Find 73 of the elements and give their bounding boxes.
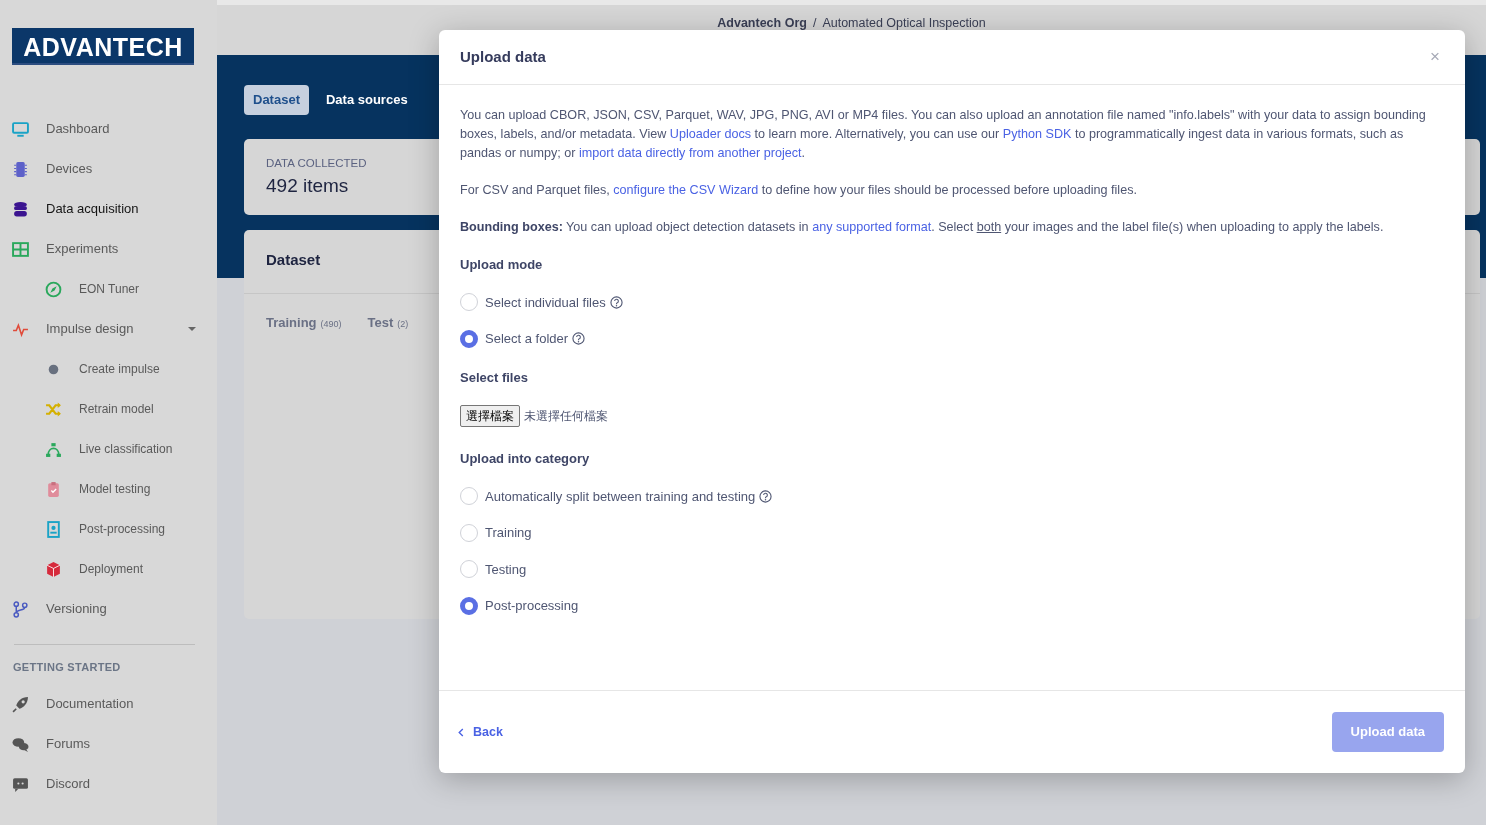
radio-option[interactable]: Training [460,523,1444,543]
cube-icon [45,560,62,578]
page-tab[interactable]: Data sources [316,85,417,115]
portrait-icon [45,520,62,538]
sidebar-item[interactable]: Versioning [12,589,217,629]
back-link[interactable]: Back [458,722,503,742]
option-label: Select a folder [485,330,569,348]
branch-icon [12,600,29,618]
radio-option[interactable]: Testing [460,559,1444,579]
radio-option[interactable]: Automatically split between training and testing [460,486,1444,506]
option-label: Training [485,524,532,542]
radio-option[interactable]: Select a folder [460,329,1444,349]
split-tab[interactable]: Training (490) [266,312,342,332]
dialog-title: Upload data [460,48,546,66]
field-label: Upload into category [460,450,591,468]
database-icon [12,200,29,218]
text-link[interactable]: Python SDK [1002,127,1072,141]
sidebar-item[interactable]: Impulse design [12,309,217,349]
field-label: Select files [460,368,529,387]
clipboard-icon [45,480,62,498]
section-heading: GETTING STARTED [13,660,122,673]
paragraph: For CSV and Parquet files, configure the CSV Wizard to define how your files should be processed before uploading files. [460,182,1138,199]
file-status: 未選擇任何檔案 [524,408,608,425]
paragraph: Bounding boxes: You can upload object detection datasets in any supported format. Select both your images and the label file(s) when uploading to apply the labels. [460,219,1385,236]
sidebar-item[interactable]: Experiments [12,229,217,269]
option-label: Automatically split between training and testing [485,487,756,506]
chip-icon [12,160,29,178]
sidebar-item[interactable]: Devices [12,149,217,189]
shuffle-icon [45,400,62,418]
paragraph: You can upload CBOR, JSON, CSV, Parquet, WAV, JPG, PNG, AVI or MP4 files. You can also upload an annotation file named "info.labels" with your data to assign bounding boxes, labels, and/or metadata. View Uploader docs to learn more. Alternatively, you can use our Python SDK to programmatically ingest data in various formats, such as pandas or numpy; or import data directly from another project. [460,107,1427,162]
rocket-icon [12,695,29,713]
text-link[interactable]: import data directly from another project [579,146,802,160]
grid-icon [12,240,29,258]
radio-button[interactable] [460,329,478,348]
radio-button[interactable] [460,596,478,615]
option-label: Select individual files [485,293,606,312]
sidebar-item[interactable]: Create impulse [12,349,217,389]
sidebar-item[interactable]: Data acquisition [12,189,217,229]
chat-bubble-icon [12,775,29,793]
sidebar-item[interactable]: Deployment [12,549,217,589]
help-icon[interactable] [759,489,773,503]
chevron-icon [458,727,464,737]
sidebar-item[interactable]: Live classification [12,429,217,469]
monitor-icon [12,120,29,138]
radio-option[interactable]: Select individual files [460,292,1444,312]
chat-icon [12,735,29,753]
radio-option[interactable]: Post-processing [460,596,1444,616]
sidebar-item[interactable]: Forums [12,724,217,764]
text-link[interactable]: configure the CSV Wizard [613,183,759,197]
sidebar-item[interactable]: Documentation [12,684,217,724]
pulse-icon [12,320,29,338]
stat-label: DATA COLLECTED [266,155,367,171]
breadcrumb-separator: / [812,15,817,32]
field-label: Upload mode [460,256,544,274]
text-link[interactable]: Uploader docs [669,127,751,141]
split-tab[interactable]: Test (2) [367,312,409,332]
sidebar-item[interactable]: Discord [12,764,217,804]
sidebar-item[interactable]: Model testing [12,469,217,509]
logo: ADVANTECH [12,28,194,65]
sidebar-item[interactable]: EON Tuner [12,269,217,309]
option-label: Post-processing [485,597,579,615]
card-title: Dataset [266,250,321,268]
help-icon[interactable] [572,332,586,346]
page-tab[interactable]: Dataset [244,85,309,115]
help-icon[interactable] [609,295,623,309]
sidebar-item[interactable]: Retrain model [12,389,217,429]
sidebar-item[interactable]: Post-processing [12,509,217,549]
stat-value: 492 items [266,173,349,198]
compass-icon [45,280,62,298]
sidebar-item[interactable]: Dashboard [12,109,217,149]
option-label: Testing [485,560,527,579]
curve-icon [45,440,62,458]
choose-file-button[interactable]: 選擇檔案 [460,405,520,427]
